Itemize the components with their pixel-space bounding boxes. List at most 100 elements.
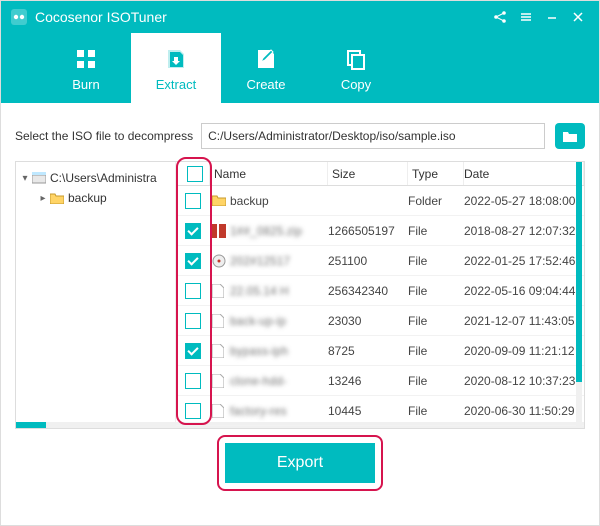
row-size: 8725 — [328, 344, 408, 358]
folder-tree: ▾ C:\Users\Administra ▸ backup — [16, 162, 176, 428]
path-row: Select the ISO file to decompress — [15, 123, 585, 149]
create-icon — [252, 45, 280, 73]
row-type: File — [408, 254, 464, 268]
row-checkbox[interactable] — [185, 193, 201, 209]
main-toolbar: Burn Extract Create Copy — [1, 33, 599, 103]
file-icon — [212, 404, 226, 418]
header-name[interactable]: Name — [210, 162, 328, 185]
row-name: bypass-iph — [230, 344, 288, 358]
table-row[interactable]: bypass-iph 8725File2020-09-09 11:21:12 — [176, 336, 584, 366]
folder-icon — [212, 194, 226, 208]
caret-down-icon: ▾ — [20, 173, 30, 184]
export-button[interactable]: Export — [225, 443, 375, 483]
file-icon — [212, 374, 226, 388]
row-name: factory-res — [230, 404, 287, 418]
explorer-panes: ▾ C:\Users\Administra ▸ backup Name Size… — [15, 161, 585, 429]
tab-create[interactable]: Create — [221, 33, 311, 103]
tree-scrollbar-h-thumb[interactable] — [16, 422, 46, 428]
row-checkbox[interactable] — [185, 373, 201, 389]
tab-copy[interactable]: Copy — [311, 33, 401, 103]
row-size: 10445 — [328, 404, 408, 418]
folder-icon — [50, 191, 64, 205]
row-checkbox[interactable] — [185, 253, 201, 269]
file-icon — [212, 344, 226, 358]
row-name: backup — [230, 194, 269, 208]
row-checkbox[interactable] — [185, 223, 201, 239]
row-date: 2021-12-07 11:43:05 — [464, 314, 584, 328]
row-name: clone-hdd- — [230, 374, 287, 388]
folder-open-icon — [562, 129, 578, 143]
row-name: 22.05.14 H — [230, 284, 289, 298]
row-size: 23030 — [328, 314, 408, 328]
app-logo-icon — [9, 7, 29, 27]
path-label: Select the ISO file to decompress — [15, 129, 193, 143]
tab-extract[interactable]: Extract — [131, 33, 221, 103]
row-size: 13246 — [328, 374, 408, 388]
tree-root-label: C:\Users\Administra — [50, 171, 157, 185]
select-all-checkbox[interactable] — [187, 166, 203, 182]
file-icon — [212, 284, 226, 298]
row-type: Folder — [408, 194, 464, 208]
row-date: 2020-06-30 11:50:29 — [464, 404, 584, 418]
footer: Export — [15, 429, 585, 497]
row-size: 1266505197 — [328, 224, 408, 238]
row-date: 2018-08-27 12:07:32 — [464, 224, 584, 238]
table-row[interactable]: clone-hdd- 13246File2020-08-12 10:37:23 — [176, 366, 584, 396]
caret-right-icon: ▸ — [38, 193, 48, 204]
header-date[interactable]: Date — [464, 162, 584, 185]
row-checkbox[interactable] — [185, 283, 201, 299]
table-row[interactable]: 22.05.14 H 256342340File2022-05-16 09:04:… — [176, 276, 584, 306]
menu-button[interactable] — [513, 4, 539, 30]
table-row[interactable]: factory-res 10445File2020-06-30 11:50:29 — [176, 396, 584, 426]
disc-icon — [212, 254, 226, 268]
row-size: 251100 — [328, 254, 408, 268]
table-row[interactable]: 1##_0825.zip 1266505197File2018-08-27 12:… — [176, 216, 584, 246]
row-type: File — [408, 224, 464, 238]
tab-extract-label: Extract — [156, 77, 196, 92]
header-size[interactable]: Size — [328, 162, 408, 185]
row-type: File — [408, 344, 464, 358]
row-checkbox[interactable] — [185, 403, 201, 419]
tree-child-label: backup — [68, 191, 107, 205]
table-row[interactable]: backup Folder2022-05-27 18:08:00 — [176, 186, 584, 216]
tab-copy-label: Copy — [341, 77, 371, 92]
row-date: 2022-05-16 09:04:44 — [464, 284, 584, 298]
titlebar: Cocosenor ISOTuner — [1, 1, 599, 33]
row-date: 2022-01-25 17:52:46 — [464, 254, 584, 268]
iso-path-input[interactable] — [201, 123, 545, 149]
tab-burn[interactable]: Burn — [41, 33, 131, 103]
share-button[interactable] — [487, 4, 513, 30]
file-icon — [212, 314, 226, 328]
row-name: back-up-ip — [230, 314, 286, 328]
browse-button[interactable] — [555, 123, 585, 149]
row-type: File — [408, 284, 464, 298]
tree-child[interactable]: ▸ backup — [20, 188, 171, 208]
row-date: 2020-08-12 10:37:23 — [464, 374, 584, 388]
row-name: 1##_0825.zip — [230, 224, 302, 238]
row-date: 2022-05-27 18:08:00 — [464, 194, 584, 208]
close-button[interactable] — [565, 4, 591, 30]
row-checkbox[interactable] — [185, 343, 201, 359]
app-title: Cocosenor ISOTuner — [35, 9, 487, 25]
file-list: Name Size Type Date backupFolder2022-05-… — [176, 162, 584, 428]
minimize-button[interactable] — [539, 4, 565, 30]
row-type: File — [408, 374, 464, 388]
header-type[interactable]: Type — [408, 162, 464, 185]
tree-root[interactable]: ▾ C:\Users\Administra — [20, 168, 171, 188]
row-size: 256342340 — [328, 284, 408, 298]
extract-icon — [162, 45, 190, 73]
burn-icon — [72, 45, 100, 73]
copy-icon — [342, 45, 370, 73]
row-checkbox[interactable] — [185, 313, 201, 329]
row-date: 2020-09-09 11:21:12 — [464, 344, 584, 358]
table-row[interactable]: back-up-ip 23030File2021-12-07 11:43:05 — [176, 306, 584, 336]
file-list-header: Name Size Type Date — [176, 162, 584, 186]
tab-burn-label: Burn — [72, 77, 99, 92]
row-type: File — [408, 314, 464, 328]
tab-create-label: Create — [246, 77, 285, 92]
export-button-label: Export — [277, 454, 323, 472]
list-scrollbar-v-thumb[interactable] — [576, 162, 582, 382]
row-type: File — [408, 404, 464, 418]
table-row[interactable]: 202#12517251100File2022-01-25 17:52:46 — [176, 246, 584, 276]
drive-icon — [32, 171, 46, 185]
